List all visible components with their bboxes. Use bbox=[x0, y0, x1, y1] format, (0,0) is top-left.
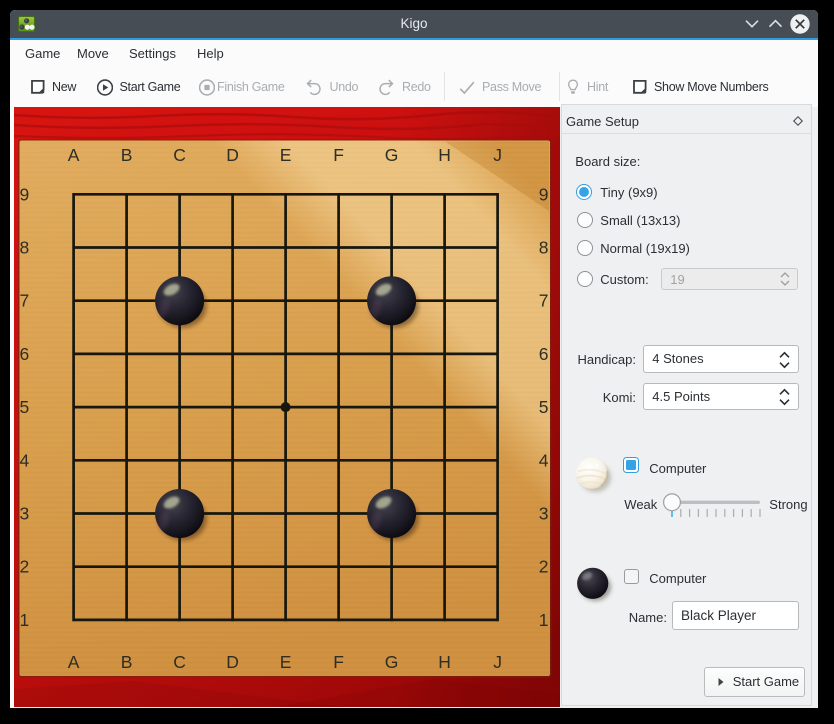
svg-text:H: H bbox=[438, 652, 451, 672]
svg-text:8: 8 bbox=[20, 238, 30, 258]
svg-text:4: 4 bbox=[20, 450, 30, 470]
svg-text:A: A bbox=[68, 145, 80, 165]
svg-text:G: G bbox=[385, 145, 399, 165]
svg-text:9: 9 bbox=[20, 184, 30, 204]
svg-text:5: 5 bbox=[20, 397, 30, 417]
svg-text:4: 4 bbox=[539, 450, 549, 470]
svg-text:8: 8 bbox=[539, 238, 549, 258]
svg-text:F: F bbox=[333, 145, 344, 165]
svg-text:D: D bbox=[226, 652, 239, 672]
svg-text:E: E bbox=[280, 652, 292, 672]
svg-text:1: 1 bbox=[539, 610, 549, 630]
svg-text:B: B bbox=[121, 145, 133, 165]
svg-text:C: C bbox=[173, 145, 186, 165]
svg-text:G: G bbox=[385, 652, 399, 672]
svg-text:1: 1 bbox=[20, 610, 30, 630]
svg-text:H: H bbox=[438, 145, 451, 165]
svg-text:F: F bbox=[333, 652, 344, 672]
svg-text:E: E bbox=[280, 145, 292, 165]
svg-text:9: 9 bbox=[539, 184, 549, 204]
svg-text:B: B bbox=[121, 652, 133, 672]
svg-text:7: 7 bbox=[20, 291, 30, 311]
svg-text:J: J bbox=[493, 652, 502, 672]
svg-text:D: D bbox=[226, 145, 239, 165]
svg-text:6: 6 bbox=[539, 344, 549, 364]
svg-text:5: 5 bbox=[539, 397, 549, 417]
svg-text:J: J bbox=[493, 145, 502, 165]
svg-text:6: 6 bbox=[20, 344, 30, 364]
svg-text:C: C bbox=[173, 652, 186, 672]
svg-text:3: 3 bbox=[20, 504, 30, 524]
svg-text:A: A bbox=[68, 652, 80, 672]
svg-text:2: 2 bbox=[539, 557, 549, 577]
svg-text:7: 7 bbox=[539, 291, 549, 311]
svg-text:2: 2 bbox=[20, 557, 30, 577]
svg-text:3: 3 bbox=[539, 504, 549, 524]
